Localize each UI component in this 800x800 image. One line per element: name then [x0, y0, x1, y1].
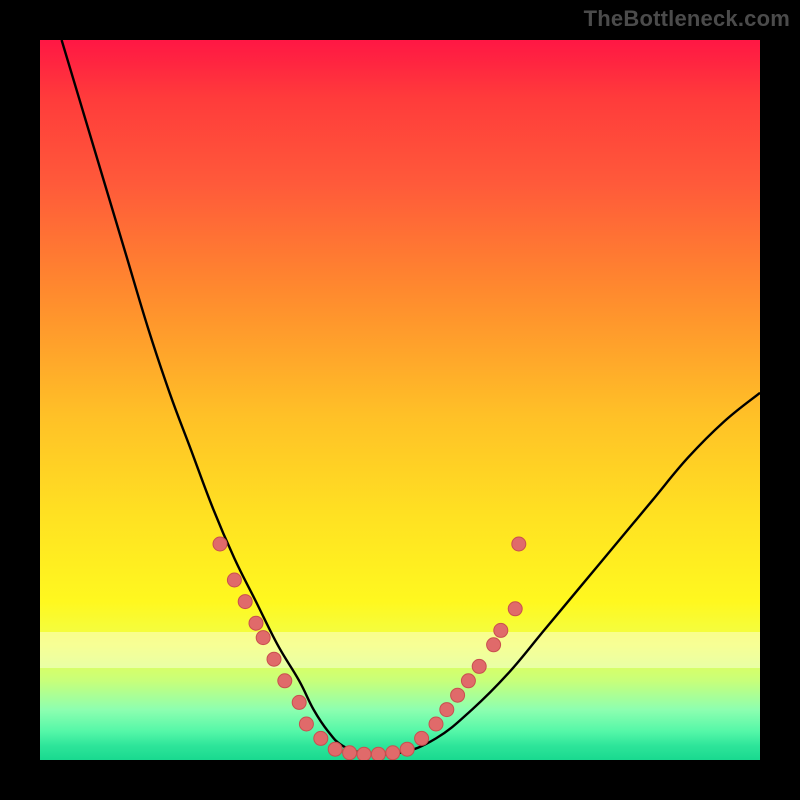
watermark-text: TheBottleneck.com: [584, 6, 790, 32]
marker-dot: [249, 616, 263, 630]
marker-dot: [451, 688, 465, 702]
marker-dot: [461, 674, 475, 688]
marker-dot: [314, 731, 328, 745]
marker-dot: [429, 717, 443, 731]
marker-dot: [278, 674, 292, 688]
marker-dot: [357, 747, 371, 760]
marker-dot: [267, 652, 281, 666]
marker-dot: [213, 537, 227, 551]
chart-frame: TheBottleneck.com: [0, 0, 800, 800]
marker-dot: [386, 746, 400, 760]
marker-dot: [472, 659, 486, 673]
marker-dot: [227, 573, 241, 587]
marker-dot: [299, 717, 313, 731]
marker-dot: [487, 638, 501, 652]
marker-dot: [494, 623, 508, 637]
plot-area: [40, 40, 760, 760]
marker-dot: [440, 703, 454, 717]
marker-dot: [415, 731, 429, 745]
marker-dot: [328, 742, 342, 756]
marker-dot: [343, 746, 357, 760]
marker-dot: [371, 747, 385, 760]
marker-dot: [512, 537, 526, 551]
curve-layer: [40, 40, 760, 760]
marker-dot: [400, 742, 414, 756]
marker-dots: [213, 537, 526, 760]
marker-dot: [238, 595, 252, 609]
marker-dot: [256, 631, 270, 645]
marker-dot: [508, 602, 522, 616]
marker-dot: [292, 695, 306, 709]
bottleneck-curve: [62, 40, 760, 754]
